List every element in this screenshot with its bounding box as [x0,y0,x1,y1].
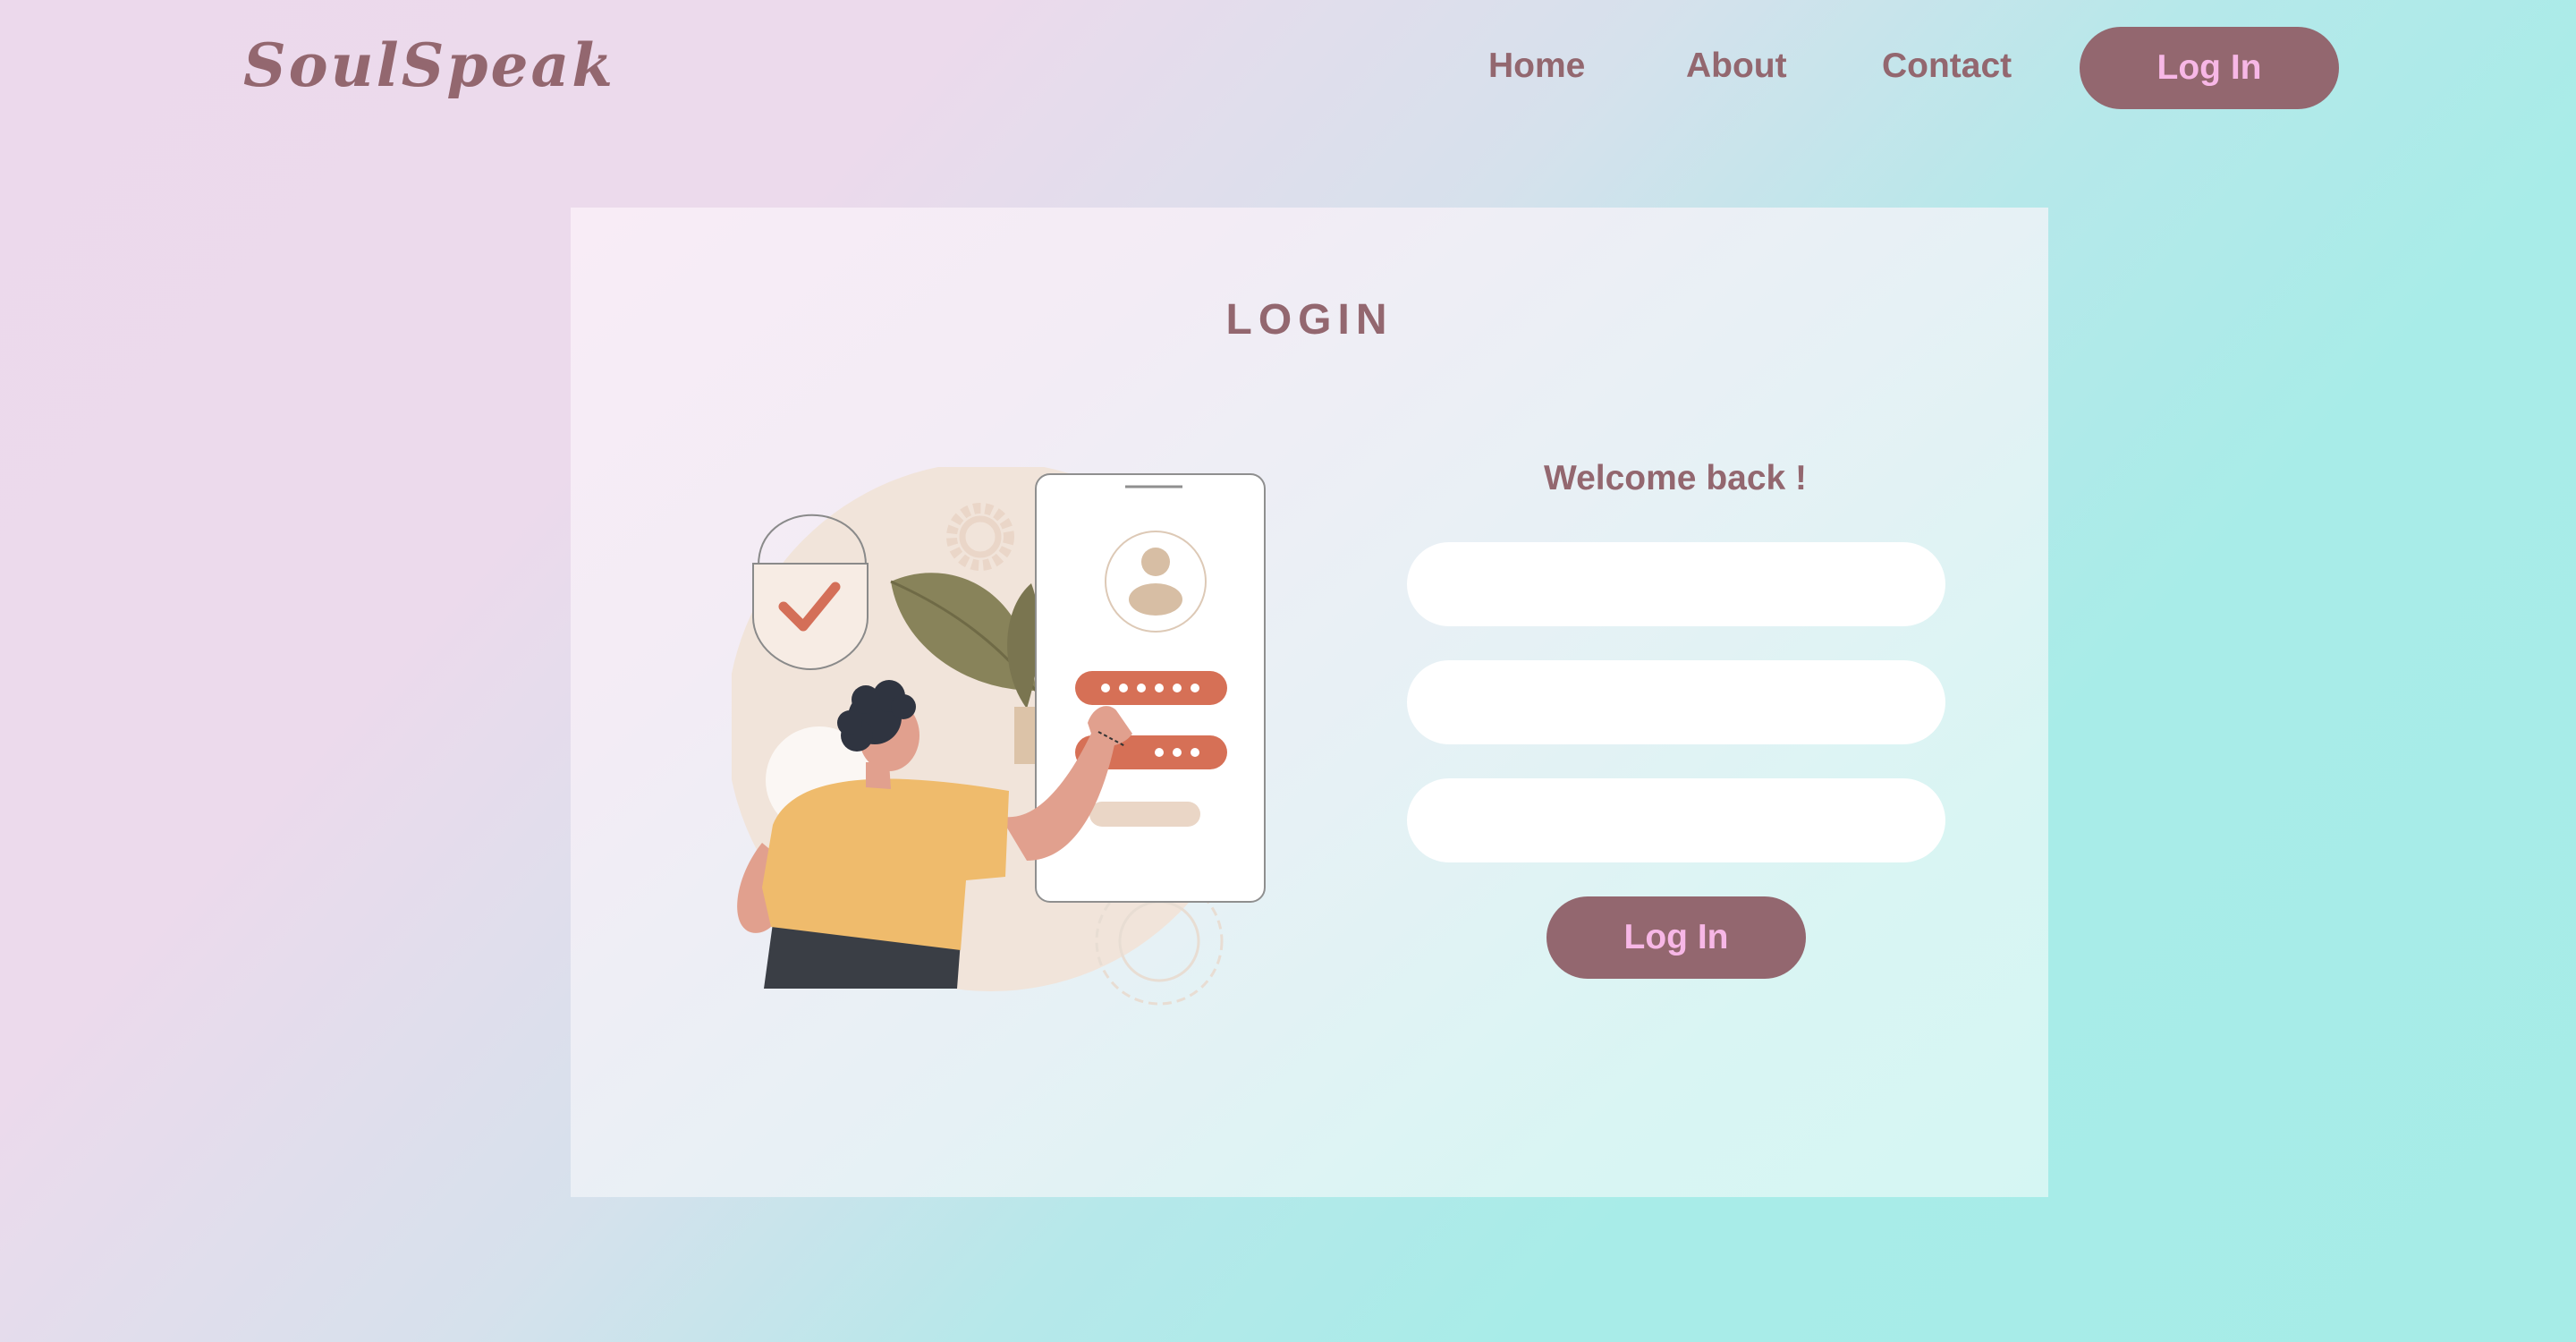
page-title: LOGIN [1225,296,1394,344]
login-submit-button[interactable]: Log In [1546,896,1806,979]
nav-login-button[interactable]: Log In [2080,27,2339,109]
user-avatar-icon [1105,531,1207,633]
nav-home-link[interactable]: Home [1488,41,1585,91]
login-card: LOGIN Welcome back ! Log In [571,208,2048,1197]
welcome-heading: Welcome back ! [1543,459,1808,497]
logo[interactable]: SoulSpeak [243,25,615,106]
nav-about-link[interactable]: About [1686,41,1787,91]
login-illustration [732,467,1266,1006]
login-field-3[interactable] [1407,778,1945,862]
nav-contact-link[interactable]: Contact [1882,41,2012,91]
login-field-1[interactable] [1407,542,1945,626]
login-field-2[interactable] [1407,660,1945,744]
